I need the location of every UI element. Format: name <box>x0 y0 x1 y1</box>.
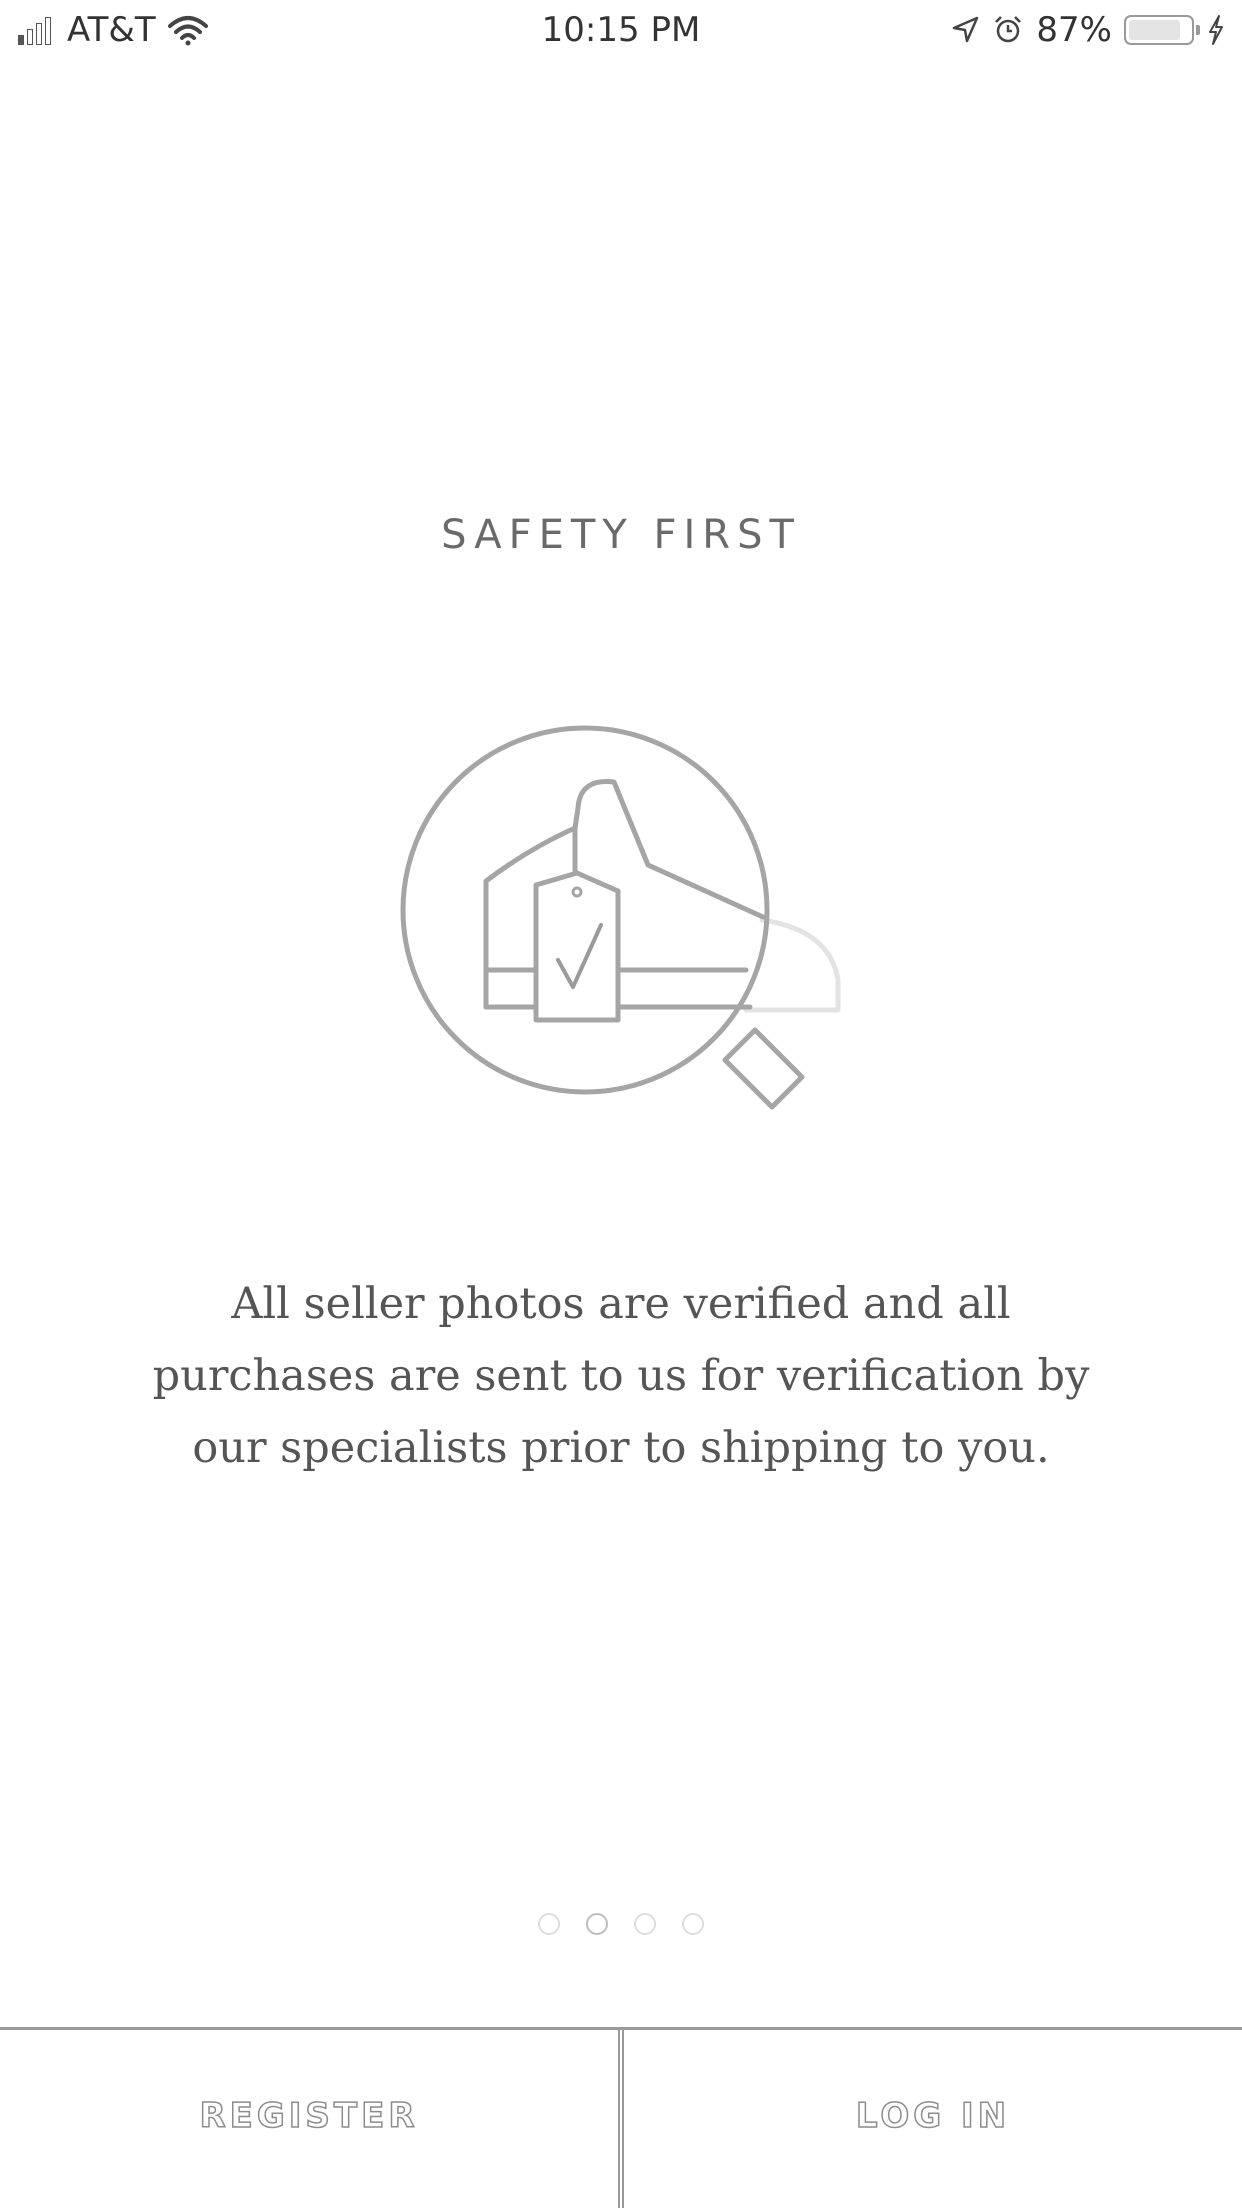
page-title: SAFETY FIRST <box>441 512 801 558</box>
battery-icon <box>1124 15 1200 45</box>
page-dot-1[interactable] <box>538 1913 560 1935</box>
page-dot-4[interactable] <box>682 1913 704 1935</box>
bottom-action-bar: REGISTER LOG IN <box>0 2027 1242 2208</box>
status-bar: AT&T 10:15 PM 87% <box>0 0 1242 60</box>
page-dot-3[interactable] <box>634 1913 656 1935</box>
battery-percent: 87% <box>1036 10 1112 50</box>
register-button[interactable]: REGISTER <box>0 2030 624 2208</box>
login-button[interactable]: LOG IN <box>624 2030 1242 2208</box>
status-right: 87% <box>950 10 1226 50</box>
page-indicator[interactable] <box>0 1913 1242 1935</box>
page-dot-2[interactable] <box>586 1913 608 1935</box>
alarm-icon <box>995 16 1022 43</box>
battery-fill <box>1129 20 1181 40</box>
location-icon <box>953 16 979 43</box>
magnifier-sneaker-verified-tag-icon <box>400 725 841 1110</box>
description-text: All seller photos are verified and all p… <box>152 1279 1090 1473</box>
charging-icon <box>1209 15 1223 45</box>
